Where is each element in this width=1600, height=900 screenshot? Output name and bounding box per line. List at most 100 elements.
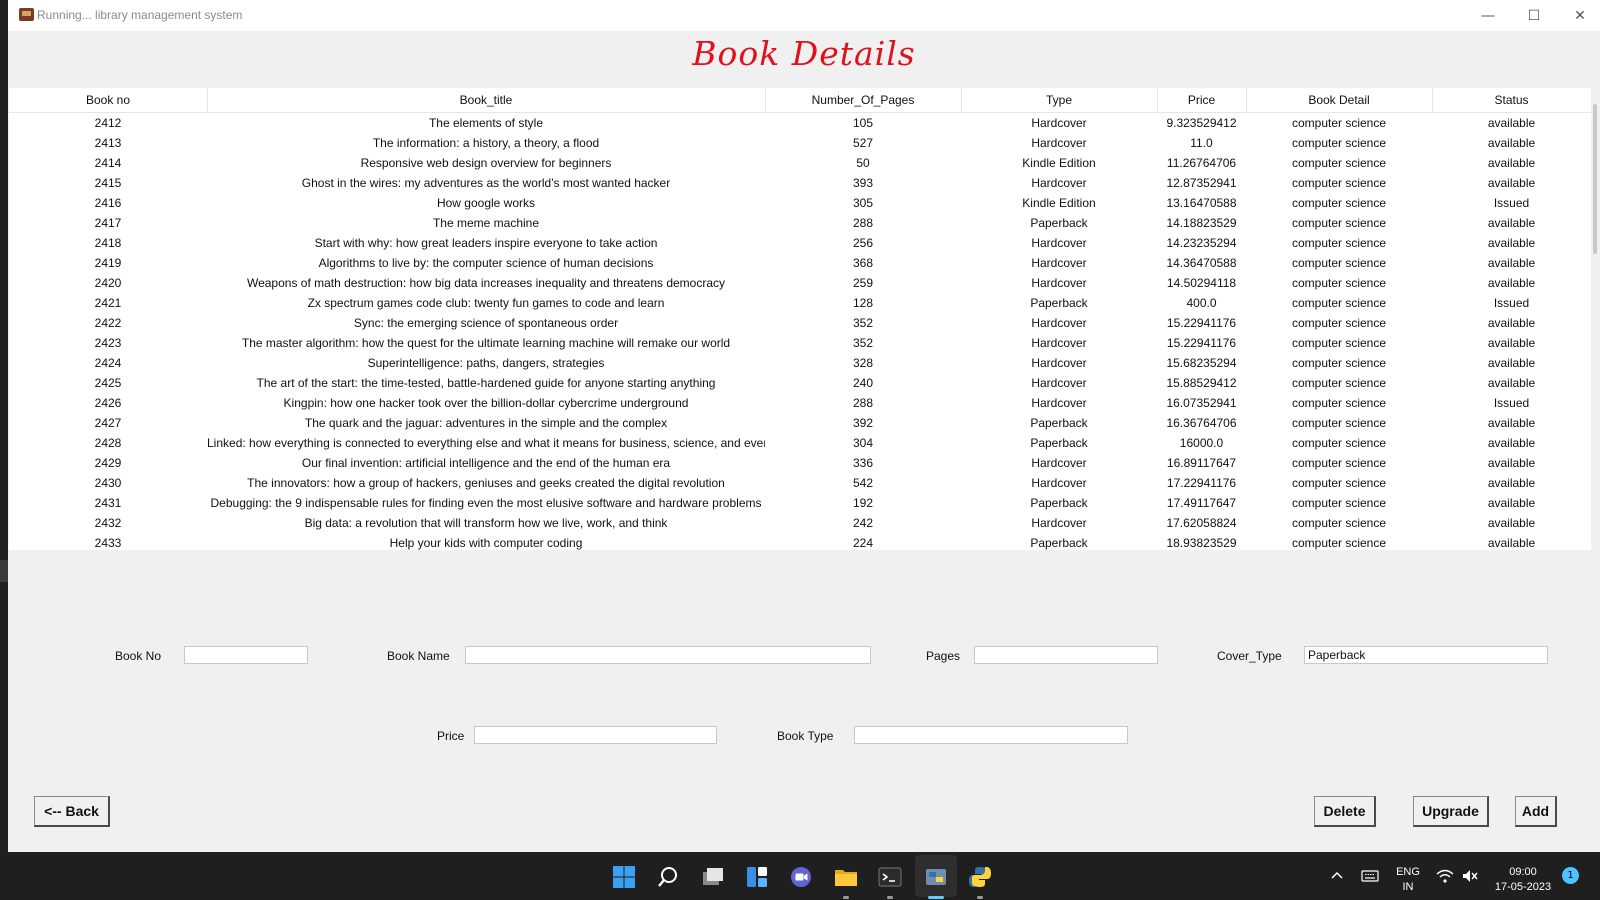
table-row[interactable]: 2418 Start with why: how great leaders in… xyxy=(9,233,1591,253)
pages-field[interactable] xyxy=(974,646,1158,664)
cell-price: 16000.0 xyxy=(1179,436,1224,450)
table-row[interactable]: 2414 Responsive web design overview for b… xyxy=(9,153,1591,173)
language-indicator[interactable]: ENG xyxy=(1393,866,1423,878)
table-row[interactable]: 2421 Zx spectrum games code club: twenty … xyxy=(9,293,1591,313)
table-row[interactable]: 2420 Weapons of math destruction: how big… xyxy=(9,273,1591,293)
cell-type: Hardcover xyxy=(1031,176,1087,190)
cell-status: available xyxy=(1487,136,1536,150)
notification-badge[interactable]: 1 xyxy=(1562,867,1579,884)
clock-time[interactable]: 09:00 xyxy=(1488,866,1558,878)
cell-price: 17.49117647 xyxy=(1166,496,1237,510)
desktop-edge xyxy=(0,0,8,852)
table-row[interactable]: 2423 The master algorithm: how the quest … xyxy=(9,333,1591,353)
file-explorer-icon[interactable] xyxy=(834,865,858,889)
python-icon[interactable] xyxy=(968,865,992,889)
cell-type: Paperback xyxy=(1030,296,1088,310)
table-row[interactable]: 2425 The art of the start: the time-teste… xyxy=(9,373,1591,393)
table-row[interactable]: 2416 How google works 305 Kindle Edition 13.… xyxy=(9,193,1591,213)
cell-type: Paperback xyxy=(1030,436,1088,450)
table-row[interactable]: 2413 The information: a history, a theory… xyxy=(9,133,1591,153)
table-row[interactable]: 2415 Ghost in the wires: my adventures as… xyxy=(9,173,1591,193)
idle-active-indicator xyxy=(928,896,944,899)
delete-button[interactable]: Delete xyxy=(1314,796,1376,827)
book-type-label: Book Type xyxy=(777,729,834,743)
cell-book-no: 2412 xyxy=(94,116,122,130)
speaker-muted-icon[interactable] xyxy=(1461,868,1479,884)
cell-pages: 50 xyxy=(856,156,870,170)
books-table[interactable]: Book no Book_title Number_Of_Pages Type … xyxy=(9,88,1591,550)
column-header-type[interactable]: Type xyxy=(961,88,1158,112)
book-type-field[interactable] xyxy=(854,726,1128,744)
cell-book-title: Linked: how everything is connected to e… xyxy=(207,436,765,450)
task-view-icon[interactable] xyxy=(701,865,725,889)
column-header-status[interactable]: Status xyxy=(1432,88,1591,112)
cell-price: 14.36470588 xyxy=(1166,256,1237,270)
search-icon[interactable] xyxy=(656,865,680,889)
title-bar[interactable]: Running... library management system — ☐… xyxy=(8,0,1600,31)
cell-book-detail: computer science xyxy=(1291,456,1387,470)
cell-type: Paperback xyxy=(1030,216,1088,230)
cell-book-no: 2429 xyxy=(94,456,122,470)
terminal-icon[interactable] xyxy=(878,865,902,889)
back-button[interactable]: <-- Back xyxy=(34,796,110,827)
table-row[interactable]: 2424 Superintelligence: paths, dangers, s… xyxy=(9,353,1591,373)
minimize-button[interactable]: — xyxy=(1465,0,1511,31)
cell-price: 15.68235294 xyxy=(1166,356,1237,370)
column-header-book-title[interactable]: Book_title xyxy=(207,88,766,112)
table-row[interactable]: 2419 Algorithms to live by: the computer … xyxy=(9,253,1591,273)
table-row[interactable]: 2427 The quark and the jaguar: adventures… xyxy=(9,413,1591,433)
cell-status: available xyxy=(1487,176,1536,190)
cell-price: 17.62058824 xyxy=(1166,516,1237,530)
maximize-button[interactable]: ☐ xyxy=(1511,0,1557,31)
cell-type: Hardcover xyxy=(1031,516,1087,530)
add-button[interactable]: Add xyxy=(1515,796,1557,827)
widgets-icon[interactable] xyxy=(745,865,769,889)
cell-price: 400.0 xyxy=(1186,296,1217,310)
windows-start-icon[interactable] xyxy=(612,865,636,889)
scrollbar-thumb[interactable] xyxy=(1593,104,1597,254)
cell-book-no: 2426 xyxy=(94,396,122,410)
price-field[interactable] xyxy=(474,726,717,744)
python-idle-icon[interactable] xyxy=(924,865,948,889)
book-no-field[interactable] xyxy=(184,646,308,664)
table-row[interactable]: 2428 Linked: how everything is connected … xyxy=(9,433,1591,453)
teams-chat-icon[interactable] xyxy=(789,865,813,889)
cell-book-detail: computer science xyxy=(1291,436,1387,450)
region-indicator[interactable]: IN xyxy=(1393,881,1423,893)
table-row[interactable]: 2433 Help your kids with computer coding 2… xyxy=(9,533,1591,550)
wifi-icon[interactable] xyxy=(1436,868,1454,884)
table-row[interactable]: 2417 The meme machine 288 Paperback 14.18823… xyxy=(9,213,1591,233)
cell-type: Hardcover xyxy=(1031,276,1087,290)
table-row[interactable]: 2430 The innovators: how a group of hacke… xyxy=(9,473,1591,493)
clock-date[interactable]: 17-05-2023 xyxy=(1488,881,1558,893)
close-button[interactable]: ✕ xyxy=(1557,0,1600,31)
table-scrollbar[interactable] xyxy=(1591,88,1600,550)
cell-status: available xyxy=(1487,336,1536,350)
cell-book-detail: computer science xyxy=(1291,336,1387,350)
cell-book-no: 2424 xyxy=(94,356,122,370)
upgrade-button[interactable]: Upgrade xyxy=(1413,796,1489,827)
column-header-pages[interactable]: Number_Of_Pages xyxy=(765,88,962,112)
book-name-label: Book Name xyxy=(387,649,450,663)
cell-book-no: 2423 xyxy=(94,336,122,350)
table-row[interactable]: 2422 Sync: the emerging science of sponta… xyxy=(9,313,1591,333)
cell-book-detail: computer science xyxy=(1291,516,1387,530)
table-row[interactable]: 2431 Debugging: the 9 indispensable rules… xyxy=(9,493,1591,513)
cell-type: Paperback xyxy=(1030,416,1088,430)
table-row[interactable]: 2432 Big data: a revolution that will tra… xyxy=(9,513,1591,533)
table-row[interactable]: 2429 Our final invention: artificial inte… xyxy=(9,453,1591,473)
cell-book-detail: computer science xyxy=(1291,256,1387,270)
python-running-indicator xyxy=(977,896,983,899)
chevron-up-icon[interactable] xyxy=(1330,869,1344,883)
column-header-book-no[interactable]: Book no xyxy=(9,88,208,112)
table-row[interactable]: 2412 The elements of style 105 Hardcover 9.3… xyxy=(9,113,1591,133)
cover-type-field[interactable]: Paperback xyxy=(1304,646,1548,664)
keyboard-icon[interactable] xyxy=(1361,868,1379,884)
table-row[interactable]: 2426 Kingpin: how one hacker took over th… xyxy=(9,393,1591,413)
book-name-field[interactable] xyxy=(465,646,871,664)
column-header-book-detail[interactable]: Book Detail xyxy=(1246,88,1433,112)
cell-status: available xyxy=(1487,436,1536,450)
cell-book-no: 2420 xyxy=(94,276,122,290)
cell-book-detail: computer science xyxy=(1291,376,1387,390)
column-header-price[interactable]: Price xyxy=(1157,88,1247,112)
